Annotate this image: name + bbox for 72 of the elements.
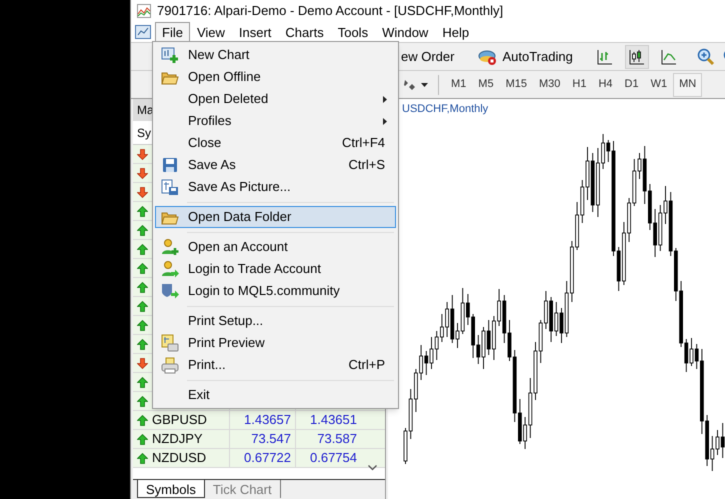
timeframe-button[interactable]: W1	[644, 72, 674, 96]
timeframe-button[interactable]: M15	[500, 72, 533, 96]
person-arrow-icon	[161, 260, 179, 278]
chart-logo-icon	[137, 4, 151, 18]
menu-entry[interactable]: Print... Ctrl+P	[155, 354, 396, 376]
ask-price: 0.67754	[310, 449, 357, 468]
shield-arrow-icon	[161, 282, 179, 300]
menu-entry[interactable]: Print Setup...	[155, 310, 396, 332]
submenu-arrow-icon	[383, 118, 387, 124]
menu-entry[interactable]: Save As Ctrl+S	[155, 154, 396, 176]
chart-window-icon	[135, 25, 151, 39]
ask-price: 1.43651	[310, 411, 357, 430]
person-plus-icon	[161, 238, 179, 256]
caret-icon	[421, 82, 428, 86]
hat-stop-icon	[478, 48, 498, 66]
diamonds-icon	[403, 78, 417, 90]
menu-entry[interactable]: Open Deleted	[155, 88, 396, 110]
panel-tab[interactable]: Tick Chart	[204, 480, 281, 498]
menu-item[interactable]: Tools	[330, 22, 376, 42]
bar-chart-icon	[596, 48, 613, 64]
menu-entry[interactable]: Open Data Folder	[155, 206, 396, 228]
menu-entry[interactable]: Open an Account	[155, 236, 396, 258]
chart-type-button[interactable]	[624, 44, 649, 68]
menu-entry[interactable]: Print Preview	[155, 332, 396, 354]
menu-item[interactable]: Charts	[278, 22, 331, 42]
ask-price: 73.587	[317, 430, 357, 448]
bid-price: 1.43657	[244, 411, 291, 430]
window-title: 7901716: Alpari-Demo - Demo Account - [USDCHF,Monthly]	[157, 2, 504, 20]
new-order-label[interactable]: ew Order	[401, 46, 454, 66]
shortcut-label: Ctrl+S	[348, 156, 386, 174]
panel-tab[interactable]: Symbols	[137, 480, 205, 498]
shortcut-label: Ctrl+F4	[342, 134, 386, 152]
line-chart-icon	[660, 48, 677, 64]
menu-entry[interactable]: Exit	[155, 384, 396, 406]
shortcut-label: Ctrl+P	[348, 356, 386, 374]
menu-entry[interactable]: Save As Picture...	[155, 176, 396, 198]
picture-disk-icon	[161, 178, 179, 196]
zoom-in-icon[interactable]	[696, 48, 715, 66]
symbol-name: GBPUSD	[152, 411, 207, 430]
timeframe-button[interactable]: M5	[472, 72, 500, 96]
timeframe-button[interactable]: M1	[445, 72, 472, 96]
menu-entry[interactable]: Close Ctrl+F4	[155, 132, 396, 154]
autotrading-button[interactable]: AutoTrading	[474, 44, 577, 68]
column-header: Sy	[137, 124, 152, 142]
chart-plus-icon	[161, 47, 179, 63]
bid-price: 0.67722	[244, 449, 291, 468]
menu-item[interactable]: File	[155, 22, 190, 42]
symbol-name: NZDJPY	[152, 430, 203, 448]
scroll-down-icon[interactable]	[368, 465, 377, 471]
folder-icon	[161, 70, 179, 84]
menu-item[interactable]: Window	[375, 22, 436, 42]
print-preview-icon	[161, 334, 179, 352]
folder-icon	[161, 210, 179, 224]
timeframe-button[interactable]: MN	[673, 72, 702, 96]
menu-item[interactable]: Help	[435, 22, 476, 42]
timeframe-button[interactable]: M30	[532, 72, 566, 96]
printer-icon	[161, 356, 179, 374]
menu-item[interactable]: View	[190, 22, 232, 42]
chart-title: USDCHF,Monthly	[402, 102, 488, 117]
menu-entry[interactable]: Open Offline	[155, 66, 396, 88]
symbol-name: NZDUSD	[152, 449, 206, 468]
menu-entry[interactable]: Profiles	[155, 110, 396, 132]
menu-entry[interactable]: New Chart	[155, 44, 396, 66]
bid-price: 73.547	[251, 430, 291, 448]
menu-entry[interactable]: Login to MQL5.community	[155, 280, 396, 302]
candlestick-icon	[628, 48, 645, 64]
timeframe-button[interactable]: H4	[592, 72, 618, 96]
timeframe-button[interactable]: D1	[618, 72, 645, 96]
submenu-arrow-icon	[383, 96, 387, 102]
menu-entry[interactable]: Login to Trade Account	[155, 258, 396, 280]
menu-item[interactable]: Insert	[232, 22, 278, 42]
timeframe-button[interactable]: H1	[566, 72, 592, 96]
